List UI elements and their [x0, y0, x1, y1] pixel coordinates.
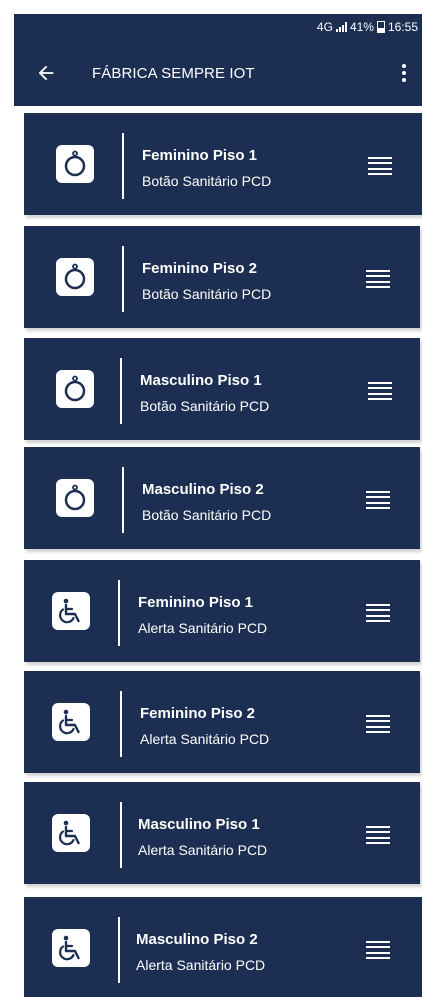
push-button-icon — [56, 479, 94, 517]
menu-icon[interactable] — [366, 270, 390, 288]
device-title: Feminino Piso 2 — [140, 705, 256, 722]
device-subtitle: Botão Sanitário PCD — [140, 398, 270, 414]
battery-icon — [376, 21, 385, 33]
menu-icon[interactable] — [366, 491, 390, 509]
device-card-masculino-piso-2-alerta[interactable]: Masculino Piso 2 Alerta Sanitário PCD — [24, 897, 422, 997]
signal-icon — [335, 22, 347, 32]
push-button-icon — [56, 370, 94, 408]
device-title: Masculino Piso 2 — [142, 481, 264, 498]
card-divider — [120, 802, 122, 868]
arrow-left-icon — [38, 65, 54, 81]
menu-icon[interactable] — [366, 941, 390, 959]
device-subtitle: Alerta Sanitário PCD — [136, 957, 266, 973]
device-subtitle: Botão Sanitário PCD — [142, 173, 272, 189]
device-subtitle: Alerta Sanitário PCD — [138, 842, 268, 858]
device-card-masculino-piso-1-alerta[interactable]: Masculino Piso 1 Alerta Sanitário PCD — [24, 782, 420, 884]
device-card-feminino-piso-2-botao[interactable]: Feminino Piso 2 Botão Sanitário PCD — [24, 226, 420, 328]
card-divider — [122, 246, 124, 312]
device-card-feminino-piso-1-alerta[interactable]: Feminino Piso 1 Alerta Sanitário PCD — [24, 560, 420, 662]
device-title: Feminino Piso 1 — [138, 594, 254, 611]
device-card-masculino-piso-1-botao[interactable]: Masculino Piso 1 Botão Sanitário PCD — [24, 338, 420, 440]
battery-percentage: 41% — [349, 20, 374, 34]
device-title: Masculino Piso 1 — [138, 816, 260, 833]
push-button-icon — [56, 145, 94, 183]
device-card-feminino-piso-1-botao[interactable]: Feminino Piso 1 Botão Sanitário PCD — [24, 113, 422, 215]
card-divider — [122, 133, 124, 199]
wheelchair-icon — [52, 703, 90, 741]
device-subtitle: Botão Sanitário PCD — [142, 286, 272, 302]
device-subtitle: Alerta Sanitário PCD — [140, 731, 270, 747]
wheelchair-icon — [52, 814, 90, 852]
wheelchair-icon — [52, 592, 90, 630]
push-button-icon — [56, 258, 94, 296]
device-title: Feminino Piso 2 — [142, 260, 258, 277]
device-card-masculino-piso-2-botao[interactable]: Masculino Piso 2 Botão Sanitário PCD — [24, 447, 420, 549]
card-divider — [118, 917, 120, 983]
wheelchair-icon — [52, 929, 90, 967]
device-subtitle: Alerta Sanitário PCD — [138, 620, 268, 636]
card-divider — [120, 691, 122, 757]
clock: 16:55 — [387, 20, 418, 34]
menu-icon[interactable] — [368, 157, 392, 175]
device-title: Masculino Piso 2 — [136, 931, 258, 948]
card-divider — [122, 467, 124, 533]
device-card-feminino-piso-2-alerta[interactable]: Feminino Piso 2 Alerta Sanitário PCD — [24, 671, 420, 773]
device-title: Masculino Piso 1 — [140, 372, 262, 389]
menu-icon[interactable] — [366, 715, 390, 733]
network-indicator: 4G — [316, 20, 333, 34]
page-title: FÁBRICA SEMPRE IOT — [92, 64, 255, 82]
device-title: Feminino Piso 1 — [142, 147, 258, 164]
menu-icon[interactable] — [366, 604, 390, 622]
device-subtitle: Botão Sanitário PCD — [142, 507, 272, 523]
more-vertical-icon[interactable] — [392, 55, 416, 91]
card-divider — [120, 358, 122, 424]
status-bar: 4G 41% 16:55 — [14, 14, 422, 40]
app-bar: FÁBRICA SEMPRE IOT — [14, 40, 422, 106]
back-button[interactable] — [28, 55, 64, 91]
menu-icon[interactable] — [366, 826, 390, 844]
menu-icon[interactable] — [368, 382, 392, 400]
card-divider — [118, 580, 120, 646]
